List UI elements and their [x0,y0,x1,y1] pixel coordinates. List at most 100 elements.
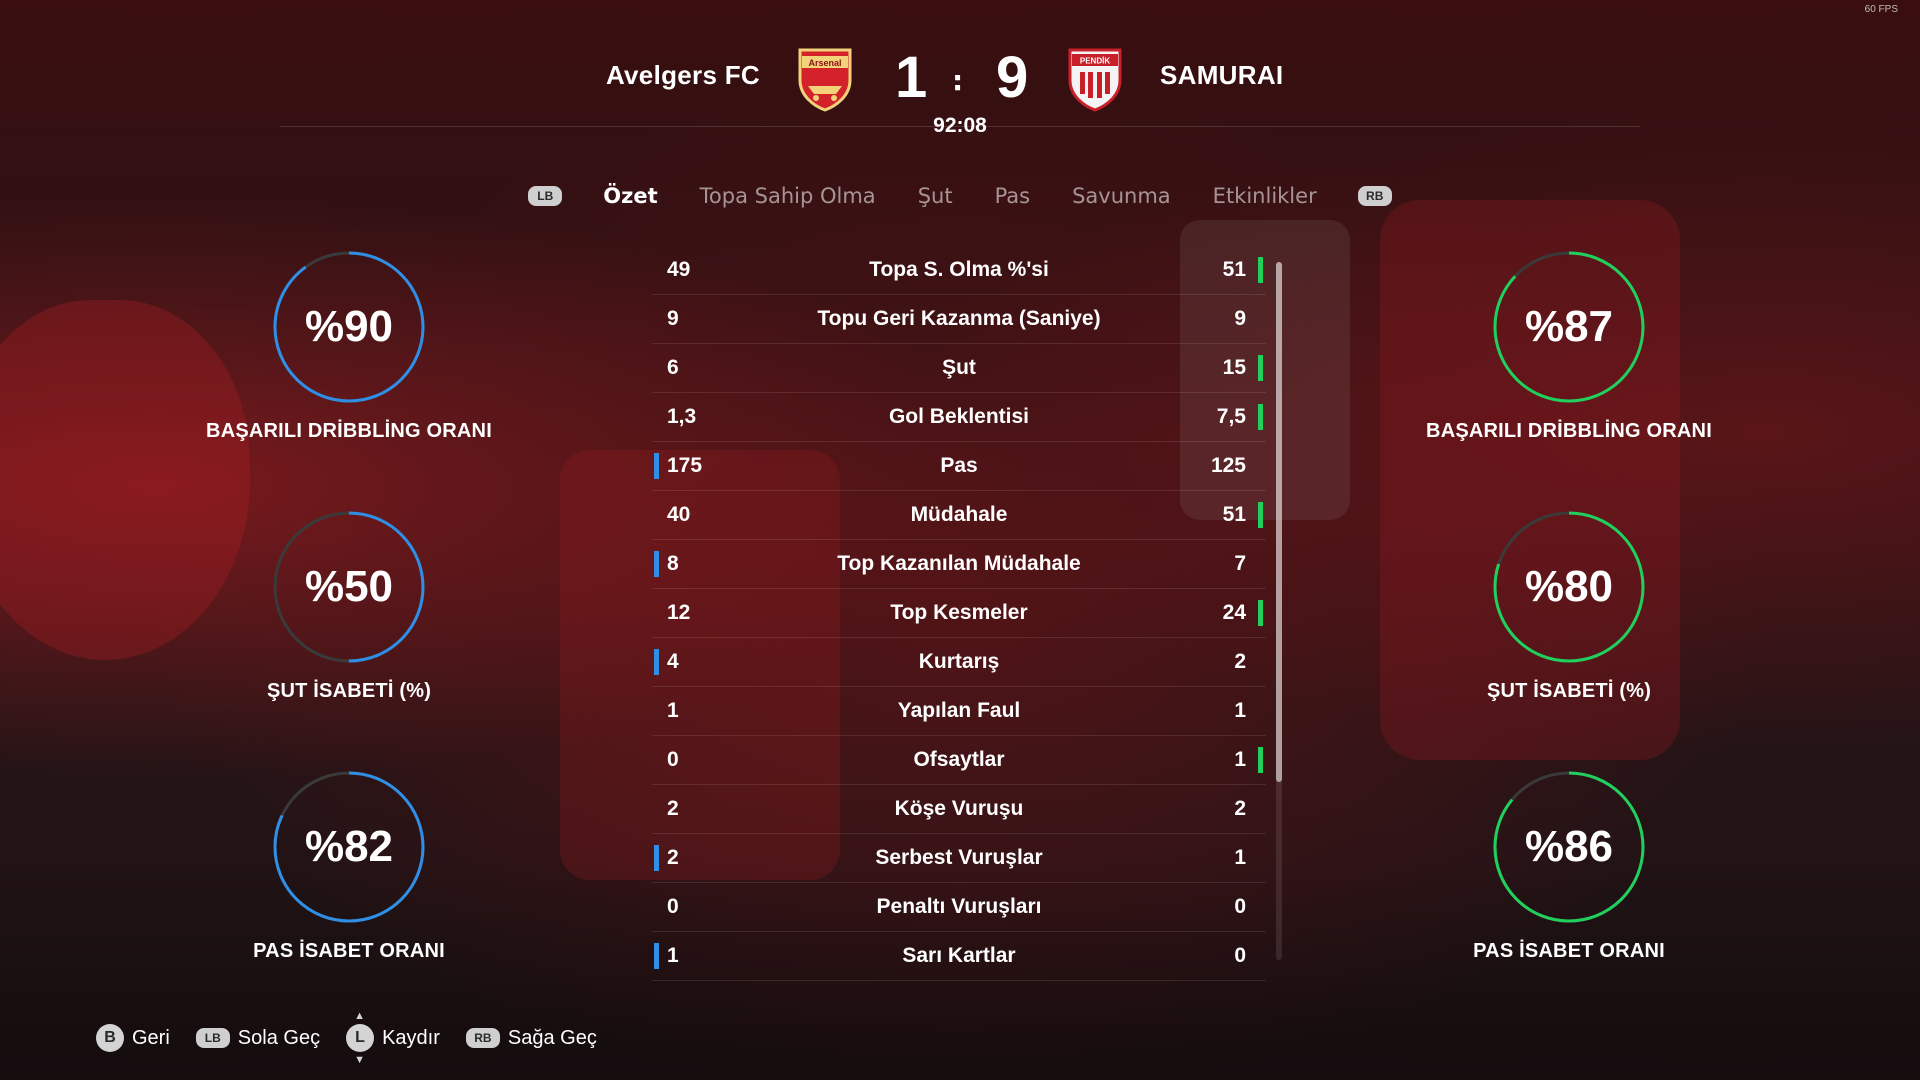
tab-topa-sahip-olma[interactable]: Topa Sahip Olma [700,184,876,208]
stat-away-value: 1 [1234,846,1246,869]
stat-away-value: 0 [1234,944,1246,967]
progress-ring: %87 [1492,250,1646,404]
home-team-name: Avelgers FC [605,60,760,90]
stat-away-value: 2 [1234,797,1246,820]
away-ring-dribbling: %87 BAŞARILI DRİBBLİNG ORANI [1409,250,1729,443]
ring-label: ŞUT İSABETİ (%) [1486,680,1652,702]
hint-label: Sağa Geç [507,1026,597,1049]
stat-away-value: 2 [1234,650,1246,673]
scrollbar-thumb[interactable] [1276,262,1282,782]
stat-away-value: 1 [1234,748,1246,771]
home-crest-icon: Arsenal [796,46,854,112]
tab-savunma[interactable]: Savunma [1072,184,1171,208]
stat-away-value: 7 [1234,552,1246,575]
stat-row: 1 Yapılan Faul 1 [652,687,1266,736]
fps-counter: 60 FPS [1864,4,1898,15]
stat-label: Serbest Vuruşlar [875,846,1043,869]
stat-away-value: 125 [1210,454,1246,477]
stats-table: 49 Topa S. Olma %'si 51 9 Topu Geri Kazanma … [652,246,1266,981]
tab-sut[interactable]: Şut [918,184,953,208]
stat-label: Penaltı Vuruşları [876,895,1042,918]
stat-row: 2 Köşe Vuruşu 2 [652,785,1266,834]
score-separator: : [952,64,964,97]
progress-ring: %90 [272,250,426,404]
b-button-icon: B [96,1024,124,1052]
tab-pas[interactable]: Pas [995,184,1031,208]
stat-row: 0 Ofsaytlar 1 [652,736,1266,785]
ring-label: PAS İSABET ORANI [253,940,445,962]
away-ring-shot-accuracy: %80 ŞUT İSABETİ (%) [1409,510,1729,703]
lb-button-icon[interactable]: LB [528,186,563,206]
home-score: 1 [895,45,928,110]
ring-value: %50 [304,562,394,611]
stat-label: Top Kazanılan Müdahale [837,552,1081,575]
progress-ring: %80 [1492,510,1646,664]
stat-label: Müdahale [910,503,1008,526]
stat-row: 9 Topu Geri Kazanma (Saniye) 9 [652,295,1266,344]
stat-label: Pas [940,454,978,477]
away-ring-pass-accuracy: %86 PAS İSABET ORANI [1409,770,1729,963]
stat-label: Şut [942,356,976,379]
hint-label: Kaydır [382,1026,440,1049]
stat-row: 0 Penaltı Vuruşları 0 [652,883,1266,932]
ring-value: %87 [1524,302,1614,351]
stat-label: Topu Geri Kazanma (Saniye) [817,307,1101,330]
scroll-hint[interactable]: ▲ L ▼ Kaydır [346,1010,440,1066]
stat-row: 12 Top Kesmeler 24 [652,589,1266,638]
stat-row: 8 Top Kazanılan Müdahale 7 [652,540,1266,589]
away-team-name: SAMURAI [1160,60,1284,90]
header-divider [280,126,1640,127]
stat-row: 40 Müdahale 51 [652,491,1266,540]
footer-hints: B Geri LB Sola Geç ▲ L ▼ Kaydır RB Sağa … [96,1010,623,1066]
stat-away-value: 7,5 [1216,405,1246,428]
stat-away-value: 24 [1222,601,1246,624]
ring-value: %90 [304,302,394,351]
home-crest-text: Arsenal [808,58,841,68]
progress-ring: %86 [1492,770,1646,924]
home-ring-pass-accuracy: %82 PAS İSABET ORANI [189,770,509,963]
stat-label: Sarı Kartlar [902,944,1016,967]
stat-away-value: 1 [1234,699,1246,722]
away-crest-icon: PENDİK [1066,46,1124,112]
progress-ring: %82 [272,770,426,924]
stat-row: 4 Kurtarış 2 [652,638,1266,687]
ring-value: %80 [1524,562,1614,611]
away-score: 9 [996,45,1029,110]
stat-away-value: 15 [1222,356,1246,379]
ring-value: %82 [304,822,394,871]
stat-row: 175 Pas 125 [652,442,1266,491]
home-ring-shot-accuracy: %50 ŞUT İSABETİ (%) [189,510,509,703]
stat-label: Gol Beklentisi [888,405,1030,428]
stat-label: Top Kesmeler [890,601,1028,624]
ring-label: PAS İSABET ORANI [1473,940,1665,962]
progress-ring: %50 [272,510,426,664]
stat-away-value: 51 [1222,258,1246,281]
stat-row: 6 Şut 15 [652,344,1266,393]
stats-scrollbar[interactable] [1276,262,1282,960]
lb-button-icon: LB [195,1028,230,1048]
stat-away-value: 0 [1234,895,1246,918]
rb-button-icon: RB [465,1028,500,1048]
previous-tab-hint[interactable]: LB Sola Geç [195,1027,320,1050]
tab-etkinlikler[interactable]: Etkinlikler [1213,184,1317,208]
left-stick-icon: ▲ L ▼ [346,1010,375,1066]
stat-label: Kurtarış [918,650,1000,673]
rb-button-icon[interactable]: RB [1357,186,1392,206]
stat-row: 1 Sarı Kartlar 0 [652,932,1266,981]
stat-row: 49 Topa S. Olma %'si 51 [652,246,1266,295]
next-tab-hint[interactable]: RB Sağa Geç [465,1026,597,1050]
home-ring-dribbling: %90 BAŞARILI DRİBBLİNG ORANI [189,250,509,443]
stat-away-value: 51 [1222,503,1246,526]
stat-label: Topa S. Olma %'si [869,258,1049,281]
ring-value: %86 [1524,822,1614,871]
stat-row: 2 Serbest Vuruşlar 1 [652,834,1266,883]
away-crest-text: PENDİK [1080,57,1110,66]
ring-label: BAŞARILI DRİBBLİNG ORANI [206,420,492,442]
tab-ozet[interactable]: Özet [603,184,657,208]
stat-label: Ofsaytlar [913,748,1005,771]
stat-label: Köşe Vuruşu [894,797,1024,820]
ring-label: ŞUT İSABETİ (%) [266,680,432,702]
stat-label: Yapılan Faul [897,699,1021,722]
stat-row: 1,3 Gol Beklentisi 7,5 [652,393,1266,442]
back-hint[interactable]: B Geri [96,1024,170,1052]
